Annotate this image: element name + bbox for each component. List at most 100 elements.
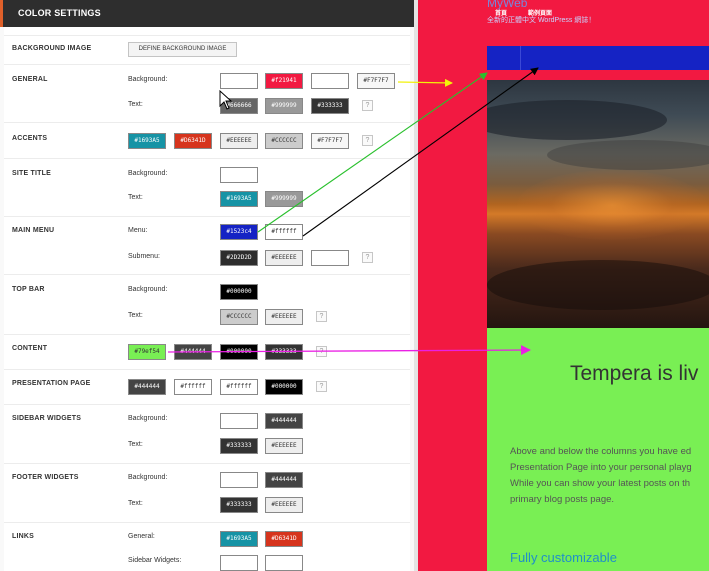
site-title-background-color[interactable] <box>220 167 258 183</box>
general-text-color-3[interactable]: #333333 <box>311 98 349 114</box>
submenu-color-2[interactable]: #EEEEEE <box>265 250 303 266</box>
divider <box>4 404 410 405</box>
help-icon[interactable]: ? <box>316 381 327 392</box>
footer-widgets-text-label: Text: <box>128 500 143 507</box>
content-color-4[interactable]: #333333 <box>265 344 303 360</box>
accent-color-3[interactable]: #EEEEEE <box>220 133 258 149</box>
links-general-label: General: <box>128 533 155 540</box>
help-icon[interactable]: ? <box>362 100 373 111</box>
accent-color-2[interactable]: #D6341D <box>174 133 212 149</box>
general-background-color-3[interactable] <box>311 73 349 89</box>
content-color-3[interactable]: #000000 <box>220 344 258 360</box>
top-bar-text-color-1[interactable]: #CCCCCC <box>220 309 258 325</box>
define-background-image-button[interactable]: DEFINE BACKGROUND IMAGE <box>128 42 237 57</box>
sidebar-widgets-text-label: Text: <box>128 441 143 448</box>
divider <box>4 35 410 36</box>
sidebar-widgets-background-label: Background: <box>128 415 168 422</box>
accent-color-5[interactable]: #F7F7F7 <box>311 133 349 149</box>
footer-widgets-background-color-2[interactable]: #444444 <box>265 472 303 488</box>
sidebar-widgets-background-color-2[interactable]: #444444 <box>265 413 303 429</box>
links-sidebar-widgets-label: Sidebar Widgets: <box>128 557 182 564</box>
preview-content-area: Tempera is liv Above and below the colum… <box>487 328 709 571</box>
help-icon[interactable]: ? <box>362 135 373 146</box>
section-title-content: CONTENT <box>12 345 48 352</box>
divider <box>4 64 410 65</box>
submenu-color-1[interactable]: #2D2D2D <box>220 250 258 266</box>
divider <box>4 158 410 159</box>
sunset-glow <box>517 170 707 240</box>
section-title-background-image: BACKGROUND IMAGE <box>12 45 92 52</box>
general-background-label: Background: <box>128 76 168 83</box>
sidebar-widgets-text-color-1[interactable]: #333333 <box>220 438 258 454</box>
divider <box>4 334 410 335</box>
section-title-general: GENERAL <box>12 76 48 83</box>
general-text-label: Text: <box>128 101 143 108</box>
preview-menu-item-home[interactable]: 首頁 <box>495 8 507 17</box>
preview-header-image <box>487 80 709 328</box>
section-title-sidebar-widgets: SIDEBAR WIDGETS <box>12 415 82 422</box>
content-text-line: Above and below the columns you have ed <box>510 446 692 457</box>
divider <box>4 522 410 523</box>
help-icon[interactable]: ? <box>316 346 327 357</box>
menu-divider <box>520 46 521 70</box>
presentation-color-2[interactable]: #ffffff <box>174 379 212 395</box>
help-icon[interactable]: ? <box>316 311 327 322</box>
general-text-color-2[interactable]: #999999 <box>265 98 303 114</box>
general-background-color-2[interactable]: #f21941 <box>265 73 303 89</box>
general-background-color-4[interactable]: #F7F7F7 <box>357 73 395 89</box>
cloud-shape <box>487 260 709 310</box>
presentation-color-3[interactable]: #ffffff <box>220 379 258 395</box>
links-general-color-1[interactable]: #1693A5 <box>220 531 258 547</box>
submenu-color-3[interactable] <box>311 250 349 266</box>
top-bar-text-color-2[interactable]: #EEEEEE <box>265 309 303 325</box>
site-title-text-color-2[interactable]: #999999 <box>265 191 303 207</box>
top-bar-background-color[interactable]: #000000 <box>220 284 258 300</box>
color-settings-header[interactable]: COLOR SETTINGS <box>0 0 414 27</box>
links-general-color-2[interactable]: #D6341D <box>265 531 303 547</box>
general-background-color-1[interactable] <box>220 73 258 89</box>
divider <box>4 274 410 275</box>
preview-menu-item-sample-page[interactable]: 範例頁面 <box>528 8 552 17</box>
section-title-footer-widgets: FOOTER WIDGETS <box>12 474 79 481</box>
section-title-presentation-page: PRESENTATION PAGE <box>12 380 91 387</box>
footer-widgets-text-color-1[interactable]: #333333 <box>220 497 258 513</box>
content-color-1[interactable]: #79ef54 <box>128 344 166 360</box>
presentation-color-4[interactable]: #000000 <box>265 379 303 395</box>
section-title-site-title: SITE TITLE <box>12 170 51 177</box>
presentation-color-1[interactable]: #444444 <box>128 379 166 395</box>
footer-widgets-text-color-2[interactable]: #EEEEEE <box>265 497 303 513</box>
preview-site-title[interactable]: MyWeb <box>487 0 527 10</box>
preview-content-subheading[interactable]: Fully customizable <box>510 550 617 565</box>
cloud-shape <box>487 100 667 140</box>
footer-widgets-background-color-1[interactable] <box>220 472 258 488</box>
section-title-links: LINKS <box>12 533 34 540</box>
accent-color-4[interactable]: #CCCCCC <box>265 133 303 149</box>
divider <box>4 463 410 464</box>
site-title-text-color-1[interactable]: #1693A5 <box>220 191 258 207</box>
site-title-background-label: Background: <box>128 170 168 177</box>
content-text-line: primary blog posts page. <box>510 494 615 505</box>
settings-body <box>4 27 410 571</box>
links-sidebar-widgets-color-1[interactable] <box>220 555 258 571</box>
sidebar-widgets-background-color-1[interactable] <box>220 413 258 429</box>
content-color-2[interactable]: #444444 <box>174 344 212 360</box>
section-title-accents: ACCENTS <box>12 135 48 142</box>
divider <box>4 122 410 123</box>
links-sidebar-widgets-color-2[interactable] <box>265 555 303 571</box>
main-menu-color-2[interactable]: #ffffff <box>265 224 303 240</box>
main-menu-menu-label: Menu: <box>128 227 148 234</box>
footer-widgets-background-label: Background: <box>128 474 168 481</box>
color-settings-title: COLOR SETTINGS <box>18 8 101 18</box>
accent-color-1[interactable]: #1693A5 <box>128 133 166 149</box>
preview-content-heading: Tempera is liv <box>570 362 699 385</box>
site-title-text-label: Text: <box>128 194 143 201</box>
main-menu-submenu-label: Submenu: <box>128 253 160 260</box>
help-icon[interactable]: ? <box>362 252 373 263</box>
top-bar-background-label: Background: <box>128 286 168 293</box>
mouse-cursor-icon <box>219 90 233 110</box>
top-bar-text-label: Text: <box>128 312 143 319</box>
section-title-top-bar: TOP BAR <box>12 286 45 293</box>
cloud-shape <box>547 140 709 170</box>
sidebar-widgets-text-color-2[interactable]: #EEEEEE <box>265 438 303 454</box>
main-menu-color-1[interactable]: #1523c4 <box>220 224 258 240</box>
